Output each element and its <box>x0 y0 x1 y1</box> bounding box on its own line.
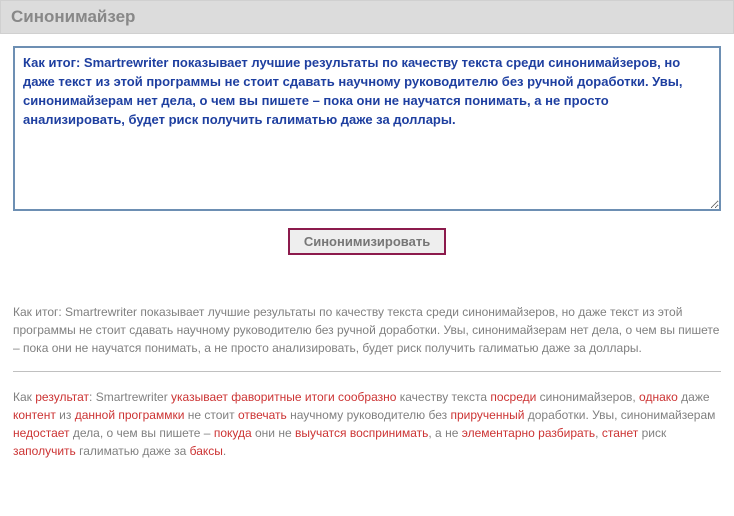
changed-word: результат <box>35 390 89 404</box>
unchanged-text: качеству текста <box>396 390 490 404</box>
main-content: Синонимизировать Как итог: Smartrewriter… <box>0 34 734 476</box>
changed-word: выучатся <box>295 426 347 440</box>
page-title: Синонимайзер <box>11 7 135 26</box>
changed-word: станет <box>602 426 638 440</box>
changed-word: посреди <box>490 390 536 404</box>
changed-word: фаворитные <box>231 390 301 404</box>
synonymize-button[interactable]: Синонимизировать <box>288 228 446 255</box>
unchanged-text: даже <box>678 390 710 404</box>
unchanged-text: риск <box>638 426 666 440</box>
unchanged-text: не стоит <box>184 408 238 422</box>
unchanged-text: научному руководителю без <box>287 408 451 422</box>
changed-word: контент <box>13 408 56 422</box>
changed-word: данной <box>75 408 115 422</box>
changed-word: недостает <box>13 426 70 440</box>
unchanged-text: , а не <box>428 426 461 440</box>
unchanged-text: Как <box>13 390 35 404</box>
unchanged-text: синонимайзеров, <box>536 390 639 404</box>
source-text-input[interactable] <box>13 46 721 211</box>
unchanged-text: , <box>595 426 602 440</box>
changed-word: баксы <box>190 444 223 458</box>
button-row: Синонимизировать <box>13 228 721 255</box>
changed-word: однако <box>639 390 678 404</box>
changed-word: покуда <box>214 426 252 440</box>
changed-word: прирученный <box>450 408 524 422</box>
changed-word: указывает <box>171 390 228 404</box>
changed-word: итоги <box>305 390 335 404</box>
rewritten-output: Как результат: Smartrewriter указывает ф… <box>13 388 721 468</box>
unchanged-text: доработки. Увы, синонимайзерам <box>524 408 715 422</box>
changed-word: заполучить <box>13 444 76 458</box>
changed-word: отвечать <box>238 408 287 422</box>
unchanged-text: : Smartrewriter <box>89 390 171 404</box>
unchanged-text: они не <box>252 426 295 440</box>
unchanged-text: галиматью даже за <box>76 444 190 458</box>
unchanged-text: из <box>56 408 75 422</box>
changed-word: элементарно <box>462 426 535 440</box>
original-output: Как итог: Smartrewriter показывает лучши… <box>13 303 721 371</box>
divider <box>13 371 721 372</box>
unchanged-text: . <box>223 444 226 458</box>
changed-word: воспринимать <box>350 426 429 440</box>
changed-word: разбирать <box>538 426 595 440</box>
changed-word: сообразно <box>338 390 396 404</box>
changed-word: программки <box>118 408 184 422</box>
page-title-bar: Синонимайзер <box>0 0 734 34</box>
unchanged-text: дела, о чем вы пишете – <box>70 426 214 440</box>
